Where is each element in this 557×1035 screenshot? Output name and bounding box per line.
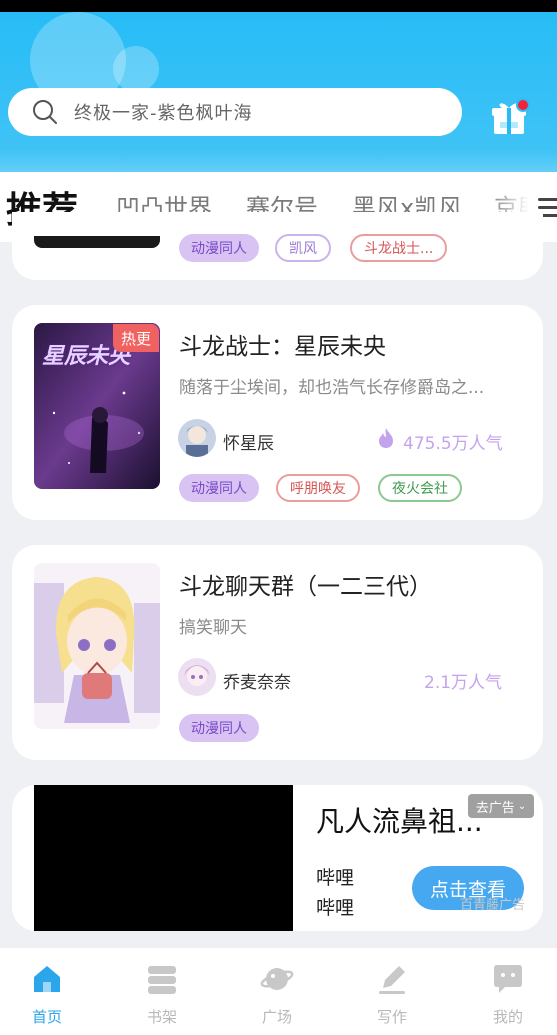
book-tag[interactable]: 斗龙战士... (350, 234, 448, 262)
book-description: 搞笑聊天 (179, 618, 247, 638)
bookshelf-icon (148, 966, 176, 994)
nav-label: 我的 (492, 1008, 523, 1026)
book-tag[interactable]: 动漫同人 (179, 474, 259, 502)
book-tag[interactable]: 动漫同人 (179, 714, 259, 742)
popularity-count: 2.1万人气 (424, 673, 503, 693)
search-icon (33, 100, 57, 124)
author-avatar[interactable] (178, 419, 216, 457)
author-name[interactable]: 乔麦奈奈 (223, 668, 291, 693)
nav-label: 书架 (146, 1008, 177, 1026)
home-icon (34, 966, 60, 992)
chat-face-icon (494, 965, 522, 993)
book-cover (34, 563, 160, 729)
ad-brand-line: 哔哩 (316, 897, 355, 919)
pen-icon (379, 966, 405, 994)
book-title[interactable]: 斗龙战士：星辰未央 (179, 327, 386, 361)
nav-home[interactable]: 首页 (17, 962, 77, 1027)
ad-brand-line: 哔哩 (316, 867, 355, 889)
nav-label: 写作 (376, 1008, 407, 1026)
author-name[interactable]: 怀星辰 (223, 429, 274, 454)
hot-badge: 热更 (113, 324, 159, 352)
book-tag[interactable]: 呼朋唤友 (276, 474, 360, 502)
popularity-count: 475.5万人气 (403, 434, 503, 454)
nav-mine[interactable]: 我的 (478, 962, 538, 1027)
status-bar (0, 0, 557, 12)
ad-source: 百青藤广告 (460, 898, 526, 913)
decorative-bubble (113, 46, 159, 92)
remove-ad-label: 去广告 (475, 800, 515, 816)
search-bar[interactable]: 终极一家-紫色枫叶海 (8, 88, 462, 136)
book-title[interactable]: 斗龙聊天群（一二三代） (179, 567, 432, 601)
book-tag[interactable]: 夜火会社 (378, 474, 462, 502)
ad-title[interactable]: 凡人流鼻祖... (316, 800, 483, 840)
bottom-nav: 首页 书架 广场 写作 我的 (0, 947, 557, 1035)
notification-dot (516, 98, 530, 112)
author-avatar[interactable] (178, 658, 216, 696)
remove-ad-button[interactable]: 去广告 ⌄ (468, 794, 534, 818)
nav-square[interactable]: 广场 (247, 962, 307, 1027)
planet-icon (260, 968, 294, 990)
book-tag[interactable]: 动漫同人 (179, 234, 259, 262)
search-placeholder: 终极一家-紫色枫叶海 (74, 103, 253, 124)
book-cover (34, 236, 160, 248)
chevron-down-icon: ⌄ (517, 800, 527, 812)
nav-label: 广场 (261, 1008, 292, 1026)
nav-label: 首页 (31, 1008, 62, 1026)
nav-write[interactable]: 写作 (362, 962, 422, 1027)
nav-bookshelf[interactable]: 书架 (132, 962, 192, 1027)
book-tag[interactable]: 凯风 (275, 234, 331, 262)
ad-image[interactable] (34, 785, 293, 931)
book-description: 随落于尘埃间，却也浩气长存修爵岛之... (179, 378, 485, 398)
fire-icon (379, 428, 393, 448)
